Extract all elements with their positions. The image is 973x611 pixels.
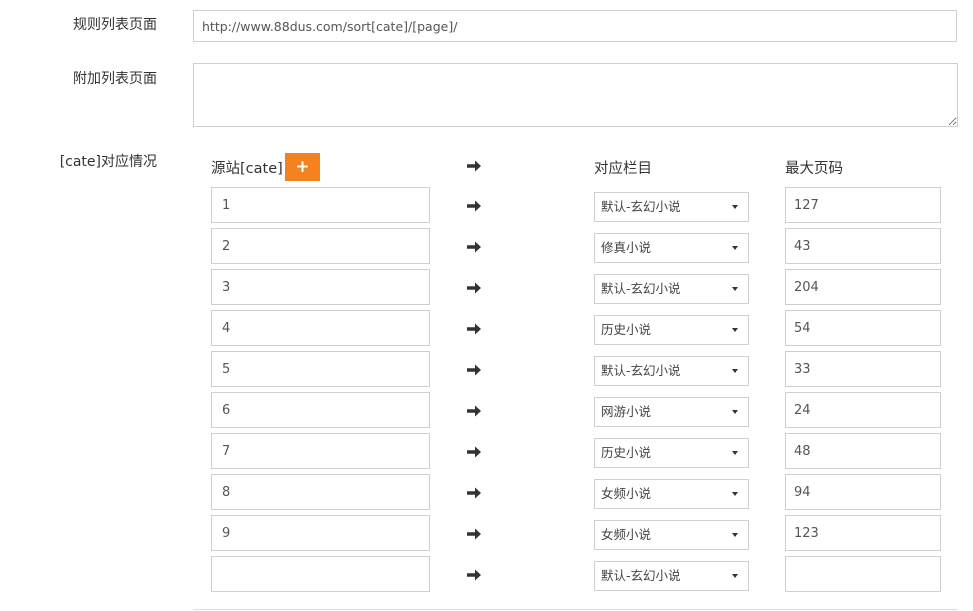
max-page-input[interactable] (785, 556, 941, 592)
cate-mapping-label: [cate]对应情况 (59, 154, 157, 170)
arrow-right-icon (467, 323, 481, 335)
arrow-right-icon (467, 446, 481, 458)
category-select[interactable]: 女频小说 (594, 479, 749, 509)
category-select-value: 默认-玄幻小说 (601, 281, 681, 296)
arrow-right-icon (467, 241, 481, 253)
chevron-down-icon (732, 287, 738, 291)
category-select-value: 修真小说 (601, 240, 652, 255)
source-cate-input[interactable] (211, 269, 430, 305)
category-select[interactable]: 默认-玄幻小说 (594, 274, 749, 304)
mapping-row: 默认-玄幻小说 (0, 187, 973, 223)
category-select-value: 默认-玄幻小说 (601, 568, 681, 583)
arrow-right-icon (467, 282, 481, 294)
source-cate-input[interactable] (211, 474, 430, 510)
category-select-value: 女频小说 (601, 486, 652, 501)
source-cate-input[interactable] (211, 392, 430, 428)
mapping-row: 女频小说 (0, 515, 973, 551)
mapping-row: 历史小说 (0, 433, 973, 469)
mapping-row: 默认-玄幻小说 (0, 556, 973, 592)
chevron-down-icon (732, 574, 738, 578)
max-page-input[interactable] (785, 187, 941, 223)
rule-list-input[interactable] (193, 10, 957, 42)
category-select-value: 默认-玄幻小说 (601, 199, 681, 214)
arrow-right-icon (467, 405, 481, 417)
max-page-input[interactable] (785, 392, 941, 428)
max-page-input[interactable] (785, 433, 941, 469)
source-cate-input[interactable] (211, 515, 430, 551)
category-select[interactable]: 修真小说 (594, 233, 749, 263)
arrow-right-icon (467, 569, 481, 581)
source-cate-input[interactable] (211, 228, 430, 264)
category-select-value: 历史小说 (601, 322, 652, 337)
add-row-button[interactable]: + (285, 153, 320, 181)
chevron-down-icon (732, 533, 738, 537)
max-page-input[interactable] (785, 474, 941, 510)
category-select[interactable]: 默认-玄幻小说 (594, 356, 749, 386)
rule-list-label: 规则列表页面 (73, 17, 157, 33)
mapping-row: 网游小说 (0, 392, 973, 428)
arrow-right-icon (467, 364, 481, 376)
max-page-input[interactable] (785, 269, 941, 305)
category-select[interactable]: 历史小说 (594, 315, 749, 345)
arrow-right-icon (467, 160, 481, 172)
source-cate-input[interactable] (211, 187, 430, 223)
source-cate-input[interactable] (211, 310, 430, 346)
chevron-down-icon (732, 246, 738, 250)
chevron-down-icon (732, 451, 738, 455)
mapping-row: 默认-玄幻小说 (0, 269, 973, 305)
max-page-input[interactable] (785, 228, 941, 264)
chevron-down-icon (732, 410, 738, 414)
chevron-down-icon (732, 492, 738, 496)
col-header-max-page: 最大页码 (785, 161, 843, 177)
mapping-row: 历史小说 (0, 310, 973, 346)
mapping-row: 默认-玄幻小说 (0, 351, 973, 387)
chevron-down-icon (732, 328, 738, 332)
source-cate-input[interactable] (211, 433, 430, 469)
source-cate-input[interactable] (211, 556, 430, 592)
max-page-input[interactable] (785, 515, 941, 551)
mapping-row: 女频小说 (0, 474, 973, 510)
chevron-down-icon (732, 205, 738, 209)
col-header-source: 源站[cate] (211, 161, 283, 177)
divider (193, 609, 958, 610)
arrow-right-icon (467, 200, 481, 212)
max-page-input[interactable] (785, 310, 941, 346)
max-page-input[interactable] (785, 351, 941, 387)
extra-list-textarea[interactable] (193, 63, 958, 127)
category-select[interactable]: 历史小说 (594, 438, 749, 468)
category-select[interactable]: 默认-玄幻小说 (594, 192, 749, 222)
mapping-row: 修真小说 (0, 228, 973, 264)
chevron-down-icon (732, 369, 738, 373)
category-select-value: 默认-玄幻小说 (601, 363, 681, 378)
category-select[interactable]: 女频小说 (594, 520, 749, 550)
source-cate-input[interactable] (211, 351, 430, 387)
arrow-right-icon (467, 528, 481, 540)
category-select-value: 网游小说 (601, 404, 652, 419)
category-select-value: 历史小说 (601, 445, 652, 460)
category-select[interactable]: 默认-玄幻小说 (594, 561, 749, 591)
col-header-category: 对应栏目 (594, 161, 652, 177)
category-select-value: 女频小说 (601, 527, 652, 542)
category-select[interactable]: 网游小说 (594, 397, 749, 427)
extra-list-label: 附加列表页面 (73, 71, 157, 87)
arrow-right-icon (467, 487, 481, 499)
